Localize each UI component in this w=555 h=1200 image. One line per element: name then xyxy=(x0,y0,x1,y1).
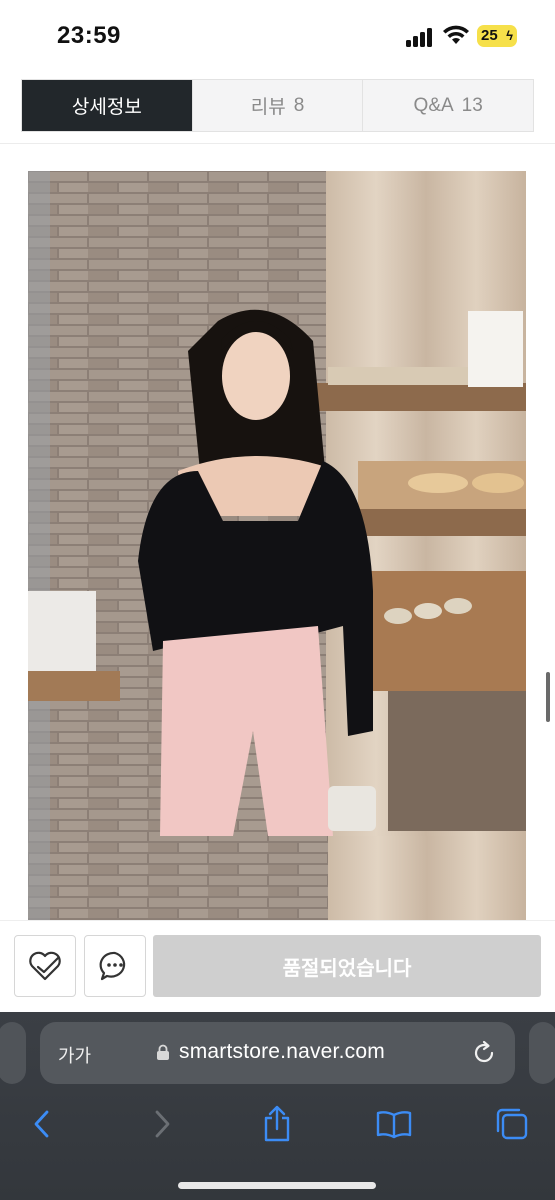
heart-check-icon xyxy=(29,951,61,981)
purchase-action-bar: 품절되었습니다 xyxy=(0,920,555,1012)
wifi-icon xyxy=(443,25,469,44)
charging-icon: ϟ xyxy=(506,28,513,43)
browser-chrome: 가가 smartstore.naver.com xyxy=(0,1012,555,1200)
bookmarks-button[interactable] xyxy=(374,1104,414,1144)
divider xyxy=(0,143,555,144)
status-time: 23:59 xyxy=(57,22,121,49)
previous-tab-preview[interactable] xyxy=(0,1022,26,1084)
tabs-icon xyxy=(496,1108,528,1140)
back-button[interactable] xyxy=(22,1104,62,1144)
wishlist-button[interactable] xyxy=(14,935,76,997)
address-bar[interactable]: 가가 smartstore.naver.com xyxy=(40,1022,515,1084)
url-text: smartstore.naver.com xyxy=(179,1040,385,1063)
battery-icon: 25 ϟ xyxy=(477,25,517,47)
home-indicator xyxy=(178,1182,376,1189)
scroll-indicator[interactable] xyxy=(546,672,550,722)
share-button[interactable] xyxy=(257,1104,297,1144)
product-photo xyxy=(28,171,526,920)
chat-button[interactable] xyxy=(84,935,146,997)
tab-label: 리뷰 xyxy=(250,97,286,118)
tabs-button[interactable] xyxy=(492,1104,532,1144)
chat-bubble-icon xyxy=(99,951,126,981)
share-icon xyxy=(264,1105,290,1142)
forward-icon xyxy=(155,1110,170,1138)
signal-icon xyxy=(406,27,436,47)
text-size-button[interactable]: 가가 xyxy=(58,1042,91,1068)
tab-reviews[interactable]: 리뷰 8 xyxy=(191,80,363,131)
tab-count: 13 xyxy=(461,94,483,116)
tab-details[interactable]: 상세정보 xyxy=(22,80,192,131)
status-bar: 23:59 25 ϟ xyxy=(0,0,555,70)
tab-qna[interactable]: Q&A 13 xyxy=(362,80,534,131)
bookmarks-icon xyxy=(376,1111,412,1139)
tab-label: Q&A xyxy=(413,94,454,116)
soldout-button[interactable]: 품절되었습니다 xyxy=(153,935,541,997)
browser-toolbar xyxy=(0,1104,555,1164)
lock-icon xyxy=(157,1044,169,1060)
reload-icon[interactable] xyxy=(470,1039,498,1067)
tab-label: 상세정보 xyxy=(71,97,142,118)
product-photo-illustration xyxy=(28,171,526,920)
detail-tabs: 상세정보 리뷰 8 Q&A 13 xyxy=(21,79,534,132)
next-tab-preview[interactable] xyxy=(529,1022,555,1084)
tab-count: 8 xyxy=(293,94,305,116)
battery-level: 25 xyxy=(481,27,498,44)
back-icon xyxy=(34,1110,49,1138)
forward-button[interactable] xyxy=(142,1104,182,1144)
